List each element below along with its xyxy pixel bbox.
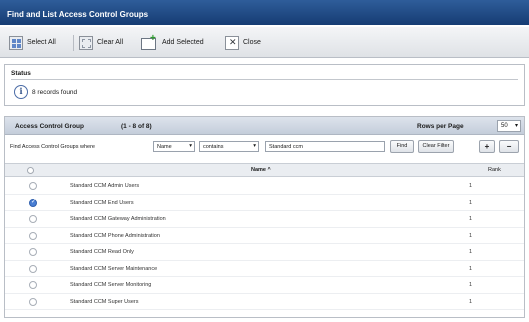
panel-title: Access Control Group [15,123,84,130]
add-selected-icon [140,33,158,50]
row-name[interactable]: Standard CCM Gateway Administration [70,216,166,222]
add-selected-label: Add Selected [162,39,204,46]
clear-filter-button[interactable]: Clear Filter [418,140,454,153]
row-name[interactable]: Standard CCM Read Only [70,249,134,255]
find-field-value: Name [157,144,172,150]
row-checkbox[interactable] [29,182,37,190]
row-checkbox[interactable] [29,264,37,273]
select-all-checkbox[interactable] [27,167,34,174]
plus-icon[interactable]: + [479,140,495,153]
chevron-down-icon: ▾ [514,123,518,129]
row-checkbox[interactable] [29,281,37,289]
record-count: (1 - 8 of 8) [121,123,152,130]
status-panel: Status i 8 records found [4,64,525,106]
row-checkbox[interactable] [29,297,37,306]
close-button[interactable]: Close [225,34,261,51]
find-field-select[interactable]: Name ▾ [153,141,195,152]
close-label: Close [243,39,261,46]
row-rank: 1 [469,249,473,255]
row-checkbox[interactable] [29,248,37,256]
find-bar: Find Access Control Groups where Name ▾ … [5,136,524,158]
row-rank: 1 [469,232,473,239]
row-name[interactable]: Standard CCM Server Maintenance [70,266,157,272]
rows-per-page-label: Rows per Page [417,123,464,130]
clear-all-label: Clear All [97,39,124,46]
table-row[interactable]: Standard CCM Server Maintenance 1 [5,260,524,277]
table-row[interactable]: Standard CCM Admin Users 1 [5,178,524,195]
row-rank: 1 [469,298,473,305]
find-text-input[interactable]: Standard ccm [265,141,385,152]
find-label: Find Access Control Groups where [10,144,95,150]
table-row[interactable]: Standard CCM Phone Administration 1 [5,227,524,244]
table-row[interactable]: Standard CCM Gateway Administration 1 [5,211,524,228]
status-title: Status [11,70,31,77]
name-column-header[interactable]: Name ^ [251,167,271,173]
status-divider [11,79,518,80]
rows-per-page-select[interactable]: 50 ▾ [497,120,521,132]
select-all-button[interactable]: Select All [9,34,56,51]
row-rank: 1 [469,183,473,189]
add-selected-button[interactable]: Add Selected [140,33,204,51]
table-row[interactable]: Standard CCM Server Monitoring 1 [5,277,524,294]
access-control-group-panel: Access Control Group (1 - 8 of 8) Rows p… [4,116,525,318]
chevron-down-icon: ▾ [253,143,256,149]
row-name[interactable]: Standard CCM Admin Users [70,183,139,189]
rows-per-page-value: 50 [501,123,508,129]
status-message: 8 records found [32,89,78,96]
row-checkbox[interactable] [29,231,37,240]
row-checkbox[interactable] [29,215,37,223]
row-rank: 1 [469,265,473,272]
row-name[interactable]: Standard CCM End Users [70,200,134,206]
info-icon: i [14,85,28,99]
row-rank: 1 [469,216,473,222]
row-rank: 1 [469,199,473,206]
find-text-value: Standard ccm [269,144,303,150]
table-row[interactable]: Standard CCM Read Only 1 [5,244,524,261]
table-header: Name ^ Rank [5,163,524,177]
table-row[interactable]: Standard CCM Super Users 1 [5,293,524,310]
row-rank: 1 [469,282,473,288]
chevron-down-icon: ▾ [189,143,192,149]
window-title: Find and List Access Control Groups [0,0,529,25]
toolbar: Select All Clear All Add Selected Close [0,27,529,58]
find-operator-value: contains [203,144,224,150]
panel-header: Access Control Group (1 - 8 of 8) Rows p… [5,117,524,135]
row-name[interactable]: Standard CCM Server Monitoring [70,282,151,288]
row-name[interactable]: Standard CCM Phone Administration [70,233,160,239]
minus-icon[interactable]: − [499,140,519,153]
clear-all-button[interactable]: Clear All [79,34,123,51]
select-all-icon [9,35,23,50]
table-body: Standard CCM Admin Users 1 Standard CCM … [5,178,524,310]
row-checkbox[interactable] [29,198,37,207]
toolbar-separator [73,35,74,51]
table-row[interactable]: Standard CCM End Users 1 [5,194,524,211]
select-all-label: Select All [27,39,56,46]
rank-column-header[interactable]: Rank [488,167,501,173]
row-name[interactable]: Standard CCM Super Users [70,299,138,305]
clear-all-icon [79,35,93,50]
find-operator-select[interactable]: contains ▾ [199,141,259,152]
find-button[interactable]: Find [390,140,414,153]
close-icon [225,35,239,50]
